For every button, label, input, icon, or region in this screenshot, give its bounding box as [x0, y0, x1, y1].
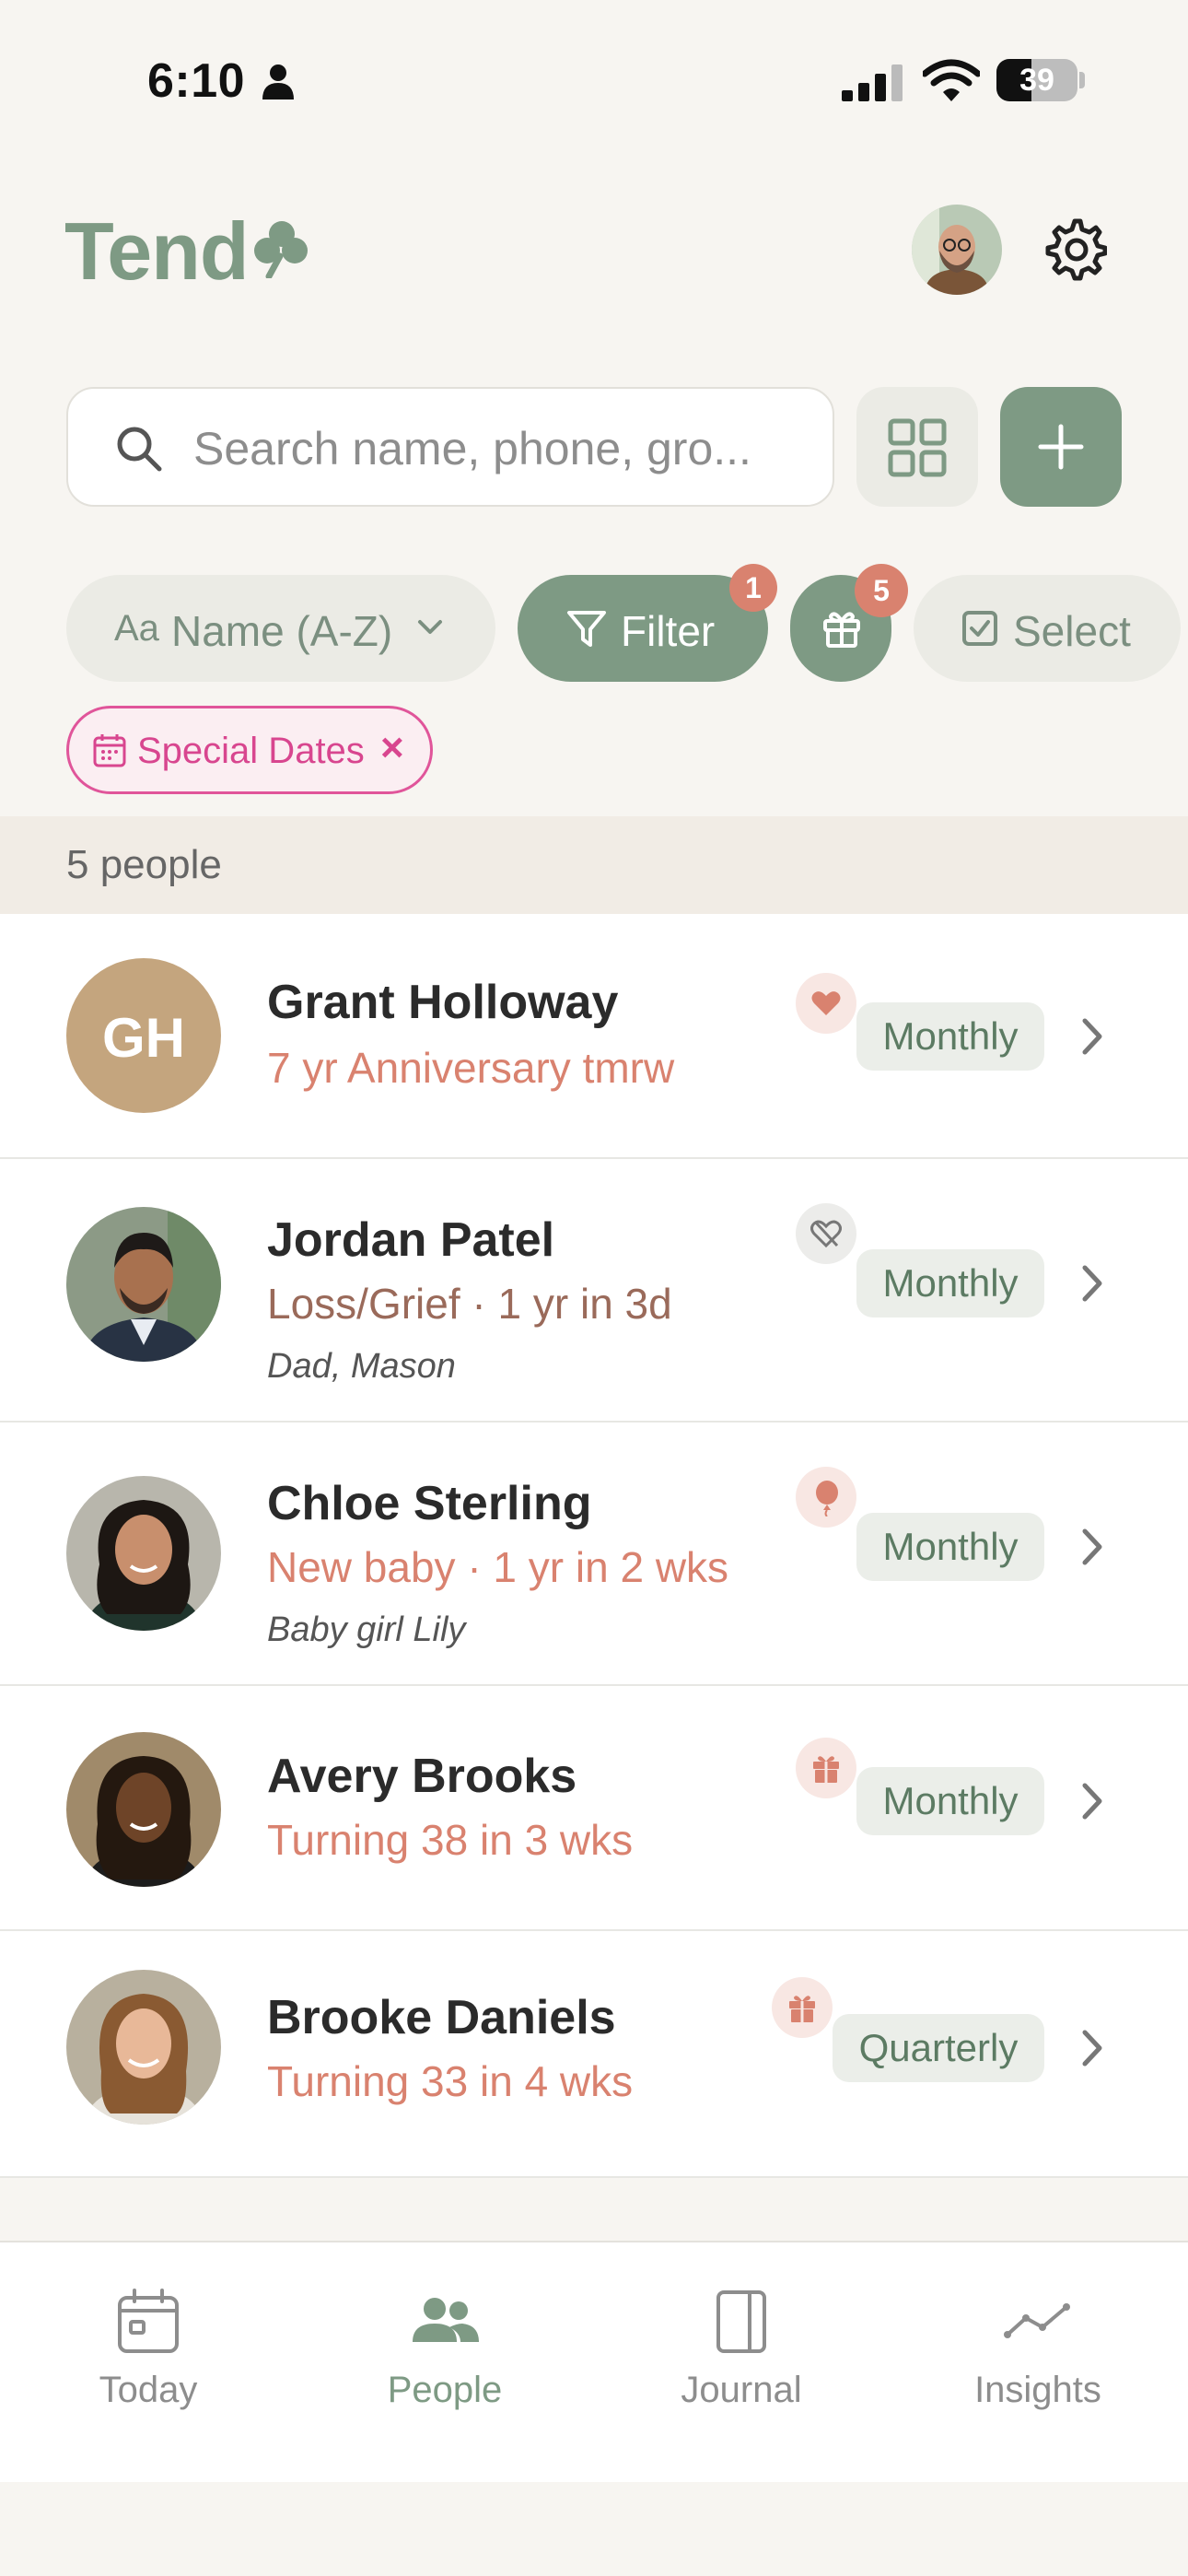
person-row[interactable]: Brooke Daniels Turning 33 in 4 wks Quart…	[0, 1931, 1188, 2178]
gift-icon	[813, 1756, 839, 1783]
person-photo	[66, 1207, 221, 1362]
gift-icon	[789, 1996, 815, 2022]
special-dates-label: Special Dates	[137, 731, 365, 771]
people-count: 5 people	[66, 842, 222, 887]
cellular-signal-icon	[842, 64, 903, 101]
journal-icon	[716, 2290, 766, 2353]
battery-level: 39	[1019, 63, 1054, 98]
frequency-badge: Quarterly	[833, 2014, 1044, 2082]
person-note: Baby girl Lily	[267, 1610, 466, 1649]
chevron-right-icon	[1082, 1018, 1102, 1055]
frequency-badge: Monthly	[856, 1767, 1044, 1835]
tab-insights[interactable]: Insights	[890, 2242, 1186, 2484]
broken-heart-icon	[810, 1220, 842, 1248]
person-name: Jordan Patel	[267, 1213, 555, 1267]
select-label: Select	[1013, 607, 1131, 655]
app-logo: Tend	[64, 205, 250, 297]
event-type-badge	[796, 973, 856, 1034]
chevron-right-icon	[1082, 2030, 1102, 2067]
search-icon	[117, 427, 162, 472]
wifi-icon	[923, 59, 980, 101]
calendar-icon	[118, 2289, 179, 2353]
tab-today[interactable]: Today	[0, 2242, 297, 2484]
person-row[interactable]: GH Grant Holloway 7 yr Anniversary tmrw …	[0, 914, 1188, 1159]
tab-label: Insights	[974, 2370, 1101, 2410]
people-list: GH Grant Holloway 7 yr Anniversary tmrw …	[0, 914, 1188, 2178]
event-type-badge	[796, 1738, 856, 1798]
remove-tag-button[interactable]: ×	[380, 725, 404, 771]
chevron-right-icon	[1082, 1783, 1102, 1820]
frequency-badge: Monthly	[856, 1249, 1044, 1317]
person-row[interactable]: Jordan Patel Loss/Grief · 1 yr in 3d Dad…	[0, 1159, 1188, 1423]
person-name: Brooke Daniels	[267, 1991, 616, 2044]
profile-photo	[912, 205, 1002, 295]
event-type-badge	[796, 1203, 856, 1264]
tab-journal[interactable]: Journal	[593, 2242, 890, 2484]
tab-label: Journal	[681, 2370, 802, 2410]
sort-button[interactable]: Aa Name (A-Z)	[66, 575, 495, 682]
status-time: 6:10	[147, 54, 246, 108]
person-avatar	[66, 1970, 221, 2125]
person-row[interactable]: Avery Brooks Turning 38 in 3 wks Monthly	[0, 1686, 1188, 1931]
gear-icon[interactable]	[1042, 217, 1107, 282]
search-field[interactable]: Search name, phone, gro...	[66, 387, 834, 507]
gift-icon	[823, 612, 860, 648]
chevron-right-icon	[1082, 1528, 1102, 1565]
frequency-badge: Monthly	[856, 1002, 1044, 1071]
profile-avatar[interactable]	[912, 205, 1002, 295]
grid-icon	[888, 418, 947, 477]
checkbox-icon	[962, 611, 997, 646]
chevron-right-icon	[1082, 1265, 1102, 1302]
person-photo	[66, 1970, 221, 2125]
select-button[interactable]: Select	[914, 575, 1181, 682]
search-input[interactable]: Search name, phone, gro...	[193, 422, 751, 475]
calendar-icon	[93, 734, 126, 767]
grid-view-button[interactable]	[856, 387, 978, 507]
balloon-icon	[816, 1481, 838, 1516]
person-name: Avery Brooks	[267, 1750, 577, 1803]
person-avatar: GH	[66, 958, 221, 1113]
sort-icon: Aa	[114, 608, 159, 649]
person-name: Grant Holloway	[267, 976, 619, 1029]
person-status-icon	[262, 64, 294, 100]
frequency-badge: Monthly	[856, 1513, 1044, 1581]
tab-label: Today	[99, 2370, 198, 2410]
event-type-badge	[796, 1467, 856, 1528]
person-event: 7 yr Anniversary tmrw	[267, 1044, 675, 1092]
filter-icon	[567, 611, 606, 647]
filter-label: Filter	[621, 607, 716, 655]
battery-indicator: 39	[996, 59, 1085, 101]
chevron-down-icon	[418, 620, 442, 634]
people-icon	[413, 2298, 479, 2342]
tab-label: People	[387, 2370, 503, 2410]
person-note: Dad, Mason	[267, 1347, 456, 1386]
avatar-initials: GH	[102, 1007, 185, 1069]
person-event: Turning 38 in 3 wks	[267, 1816, 634, 1864]
special-dates-tag[interactable]: Special Dates ×	[66, 706, 433, 794]
event-type-badge	[772, 1977, 833, 2038]
person-event: New baby · 1 yr in 2 wks	[267, 1543, 729, 1591]
person-photo	[66, 1476, 221, 1631]
insights-icon	[1004, 2303, 1070, 2338]
person-avatar	[66, 1207, 221, 1362]
clover-logo-icon	[254, 221, 308, 278]
gift-count-badge: 5	[855, 564, 908, 617]
tab-bar: Today People Journal Insights	[0, 2241, 1188, 2482]
person-avatar	[66, 1476, 221, 1631]
person-event: Loss/Grief · 1 yr in 3d	[267, 1280, 672, 1328]
tab-people[interactable]: People	[297, 2242, 593, 2484]
add-person-button[interactable]	[1000, 387, 1122, 507]
plus-icon	[1038, 424, 1084, 470]
filter-count-badge: 1	[729, 564, 777, 612]
sort-label: Name (A-Z)	[171, 607, 393, 655]
people-count-band: 5 people	[0, 816, 1188, 914]
person-name: Chloe Sterling	[267, 1477, 592, 1530]
heart-icon	[811, 991, 841, 1015]
person-photo	[66, 1732, 221, 1887]
person-avatar	[66, 1732, 221, 1887]
person-event: Turning 33 in 4 wks	[267, 2057, 634, 2105]
person-row[interactable]: Chloe Sterling New baby · 1 yr in 2 wks …	[0, 1423, 1188, 1686]
